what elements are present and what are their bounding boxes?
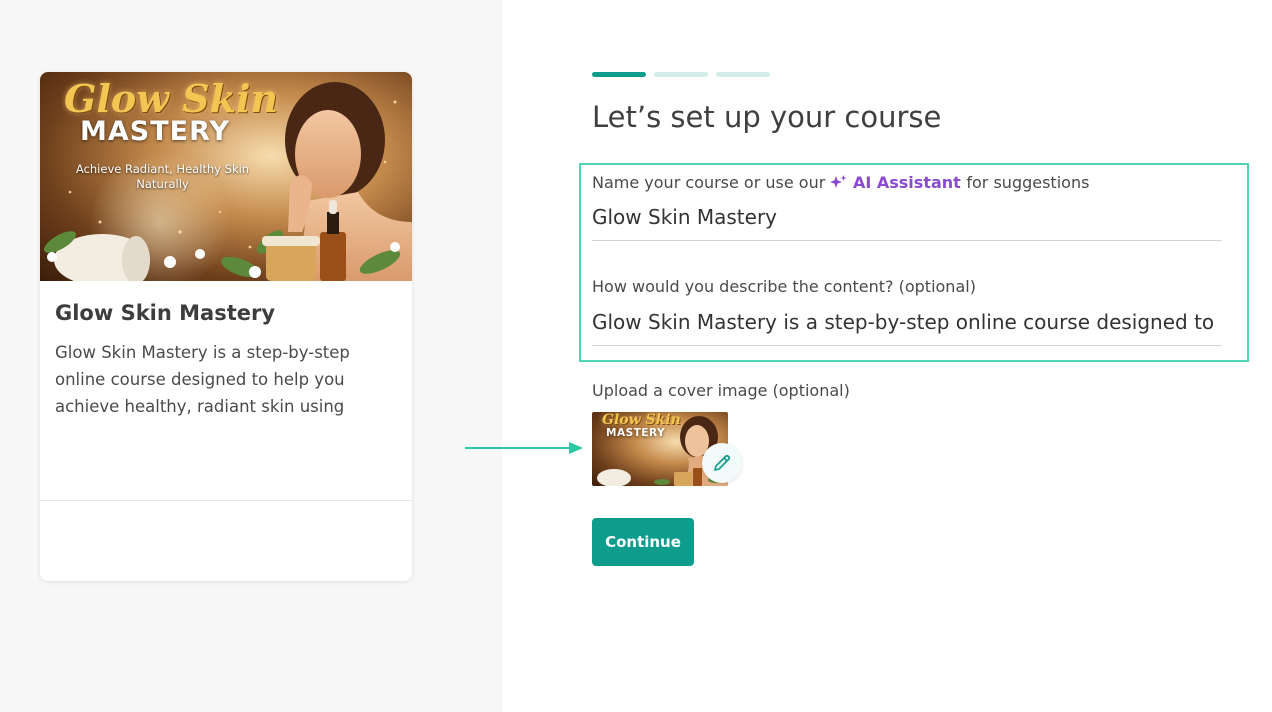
ai-assistant-label: AI Assistant (852, 173, 961, 192)
page-title: Let’s set up your course (592, 100, 942, 134)
card-body: Glow Skin Mastery Glow Skin Mastery is a… (40, 281, 412, 420)
edit-cover-button[interactable] (702, 443, 742, 483)
course-name-input[interactable]: Glow Skin Mastery (592, 205, 1222, 229)
cover-subtitle: Achieve Radiant, Healthy Skin Naturally (60, 162, 265, 192)
course-cover-image: Glow Skin MASTERY Achieve Radiant, Healt… (40, 72, 412, 281)
cover-caps-title: MASTERY (80, 116, 230, 147)
cover-script-title: Glow Skin (64, 76, 279, 121)
cover-subtitle-line1: Achieve Radiant, Healthy Skin (75, 162, 250, 176)
course-name-label-suffix: for suggestions (966, 173, 1090, 192)
cover-subtitle-line2: Naturally (136, 177, 189, 191)
pencil-icon (714, 454, 731, 471)
description-underline (592, 345, 1222, 346)
continue-button[interactable]: Continue (592, 518, 694, 566)
course-preview-card: Glow Skin MASTERY Achieve Radiant, Healt… (40, 72, 412, 581)
progress-step-1 (592, 72, 646, 77)
course-name-label: Name your course or use our AI Assistant… (592, 173, 1089, 192)
progress-step-2 (654, 72, 708, 77)
description-label: How would you describe the content? (opt… (592, 277, 976, 296)
card-divider (40, 500, 412, 501)
upload-label: Upload a cover image (optional) (592, 381, 850, 400)
description-input[interactable]: Glow Skin Mastery is a step-by-step onli… (592, 310, 1222, 334)
progress-step-3 (716, 72, 770, 77)
ai-assistant-link[interactable]: AI Assistant (830, 173, 966, 192)
course-name-label-prefix: Name your course or use our (592, 173, 826, 192)
course-name-underline (592, 240, 1222, 241)
sparkle-icon (830, 175, 847, 188)
thumbnail-caps-title: MASTERY (606, 427, 666, 439)
card-description: Glow Skin Mastery is a step-by-step onli… (55, 343, 350, 416)
thumbnail-script-title: Glow Skin (602, 412, 681, 428)
arrow-right-icon (465, 442, 583, 454)
card-title: Glow Skin Mastery (55, 301, 276, 325)
